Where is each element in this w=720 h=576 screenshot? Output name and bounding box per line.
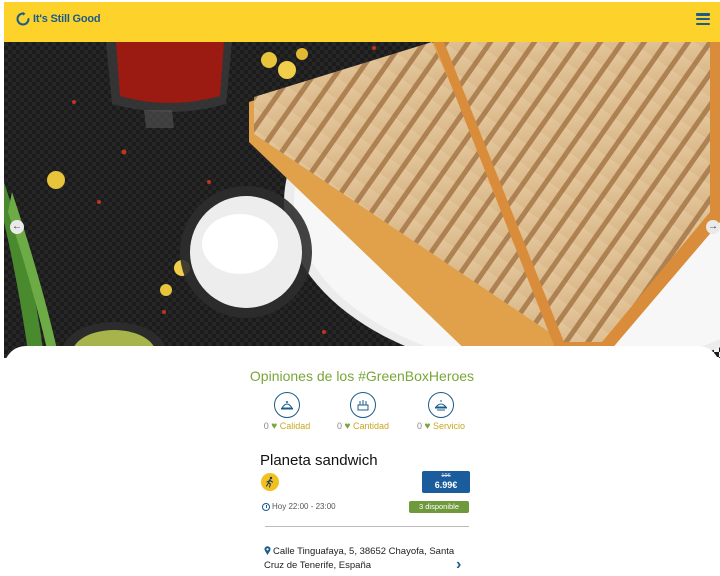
clock-icon — [262, 502, 270, 511]
offer-details-card: Opiniones de los #GreenBoxHeroes 0 ♥ Cal… — [4, 346, 720, 576]
quantity-icon — [350, 392, 376, 418]
rating-quality-line: 0 ♥ Calidad — [247, 421, 327, 432]
map-pin-icon — [264, 546, 271, 555]
availability-badge: 3 disponible — [409, 501, 469, 513]
divider — [265, 526, 469, 527]
address-text: Calle Tinguafaya, 5, 38652 Chayofa, Sant… — [264, 546, 455, 571]
discounted-price: 6.99€ — [434, 480, 458, 490]
service-label: Servicio — [432, 421, 465, 431]
rating-quality: 0 ♥ Calidad — [247, 392, 327, 432]
rating-quantity-line: 0 ♥ Cantidad — [323, 421, 403, 432]
service-count: 0 — [417, 421, 423, 431]
quantity-count: 0 — [336, 421, 342, 431]
price-badge: 10€ 6.99€ — [422, 471, 470, 493]
hamburger-menu-icon[interactable] — [696, 12, 710, 26]
ratings-row: 0 ♥ Calidad 0 ♥ Cantidad 0 ♥ Servicio — [259, 392, 469, 442]
quality-label: Calidad — [279, 421, 311, 431]
quantity-label: Cantidad — [352, 421, 389, 431]
carousel-next-arrow-icon[interactable]: → — [706, 220, 720, 234]
rating-service: 0 ♥ Servicio — [401, 392, 481, 432]
pickup-time-text: Hoy 22:00 - 23:00 — [272, 502, 336, 511]
top-header: It's Still Good — [4, 2, 720, 42]
service-icon — [428, 392, 454, 418]
chevron-right-icon[interactable]: › — [456, 556, 461, 574]
menu-bar — [696, 22, 710, 25]
carousel-prev-arrow-icon[interactable]: ← — [10, 220, 24, 234]
rating-quantity: 0 ♥ Cantidad — [323, 392, 403, 432]
original-price: 10€ — [441, 473, 451, 479]
menu-bar — [696, 17, 710, 21]
quality-count: 0 — [263, 421, 269, 431]
store-name: Planeta sandwich — [260, 452, 378, 469]
reviews-title: Opiniones de los #GreenBoxHeroes — [249, 368, 475, 384]
app-frame: It's Still Good ← → Opiniones de los #Gr… — [4, 2, 720, 576]
sandwich-photo — [4, 42, 720, 358]
rating-service-line: 0 ♥ Servicio — [401, 421, 481, 432]
runner-icon — [261, 473, 279, 491]
menu-bar — [696, 13, 710, 16]
heart-icon: ♥ — [424, 421, 431, 432]
heart-icon: ♥ — [344, 421, 351, 432]
pickup-time: Hoy 22:00 - 23:00 — [262, 502, 336, 511]
hero-carousel: ← → — [4, 42, 720, 358]
circle-arrow-icon — [16, 12, 30, 26]
quality-icon — [274, 392, 300, 418]
app-logo[interactable]: It's Still Good — [16, 12, 101, 26]
store-address[interactable]: Calle Tinguafaya, 5, 38652 Chayofa, Sant… — [264, 545, 459, 573]
app-name: It's Still Good — [33, 13, 101, 25]
heart-icon: ♥ — [271, 421, 278, 432]
